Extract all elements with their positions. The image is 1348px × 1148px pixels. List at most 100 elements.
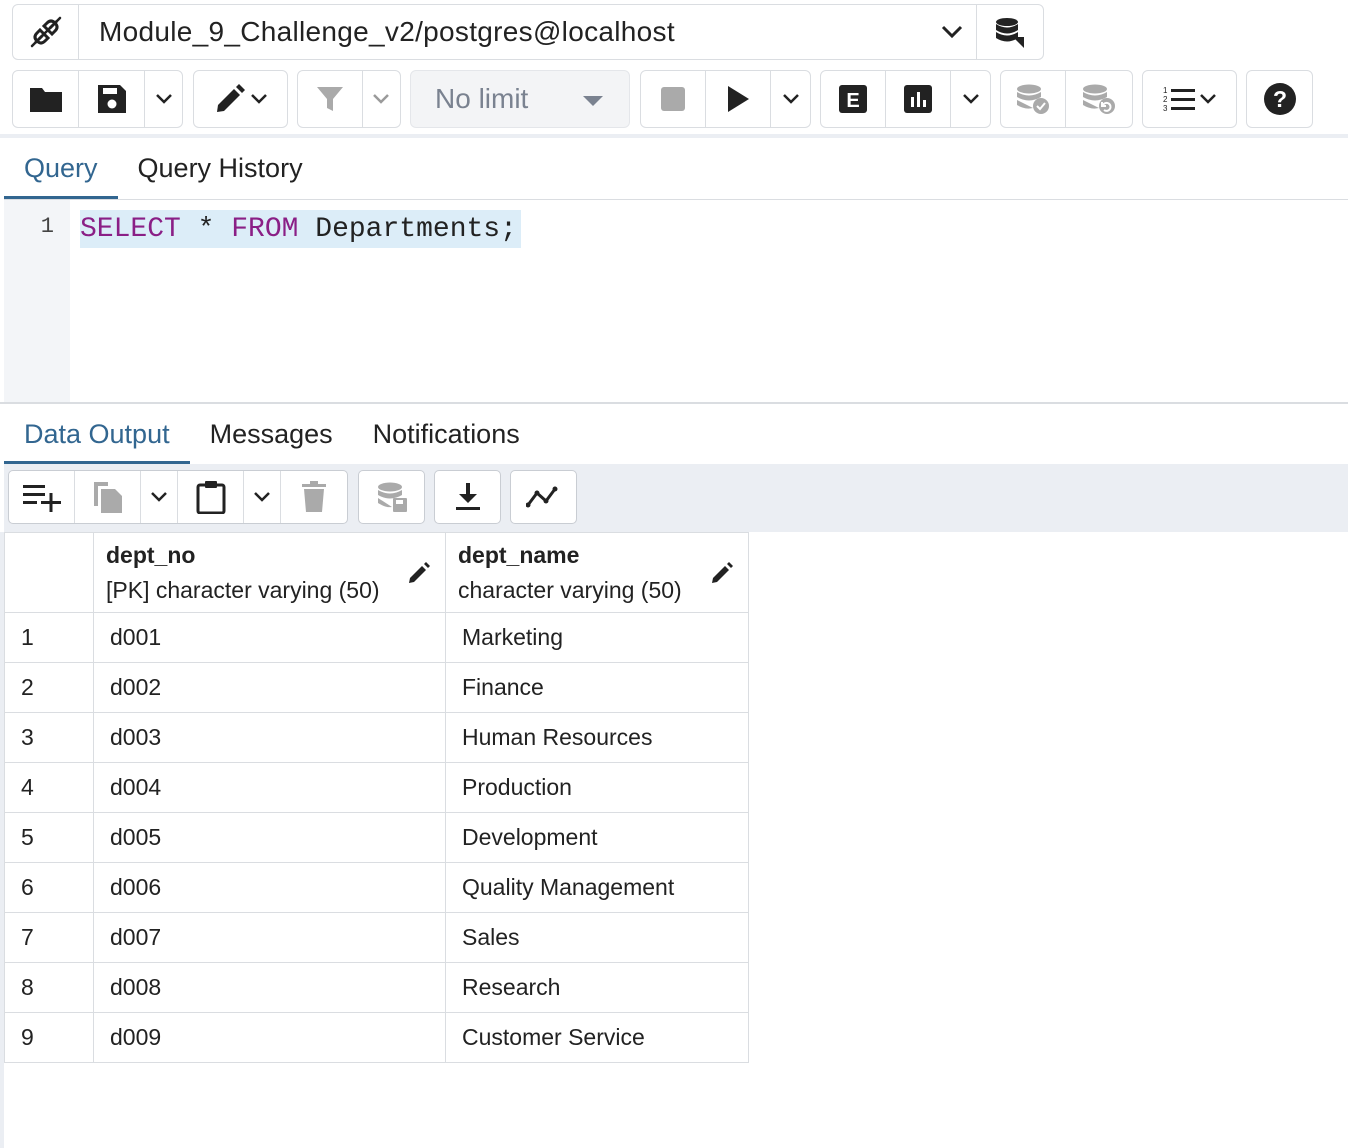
add-row-icon: [22, 485, 61, 512]
file-group: [12, 70, 183, 128]
filter-dropdown[interactable]: [363, 71, 400, 127]
row-number[interactable]: 4: [4, 762, 94, 813]
edit-pencil-icon[interactable]: [407, 561, 431, 585]
save-data-button[interactable]: [359, 471, 424, 523]
table-row[interactable]: 3 d003 Human Resources: [4, 712, 749, 763]
edit-pencil-icon[interactable]: [710, 561, 734, 585]
cell-dept-name[interactable]: Human Resources: [445, 712, 749, 763]
execute-query-button[interactable]: [706, 71, 772, 127]
cell-dept-no[interactable]: d003: [93, 712, 446, 763]
download-csv-button[interactable]: [435, 471, 500, 523]
svg-text:?: ?: [1272, 86, 1286, 112]
tab-notifications[interactable]: Notifications: [353, 404, 540, 464]
cell-dept-no[interactable]: d009: [93, 1012, 446, 1063]
edit-pencil-icon: [216, 84, 245, 112]
cell-dept-no[interactable]: d001: [93, 612, 446, 663]
connection-dropdown[interactable]: [927, 5, 977, 59]
explain-analyze-button[interactable]: [886, 71, 952, 127]
rollback-button[interactable]: [1066, 71, 1132, 127]
cell-dept-name[interactable]: Production: [445, 762, 749, 813]
sql-editor[interactable]: 1 SELECT * FROM Departments;: [4, 200, 1348, 402]
macros-dropdown-button[interactable]: 123: [1143, 71, 1236, 127]
cell-dept-name[interactable]: Development: [445, 812, 749, 863]
cell-dept-no[interactable]: d004: [93, 762, 446, 813]
chevron-down-icon: [782, 94, 799, 104]
row-number[interactable]: 1: [4, 612, 94, 663]
query-toolbar: No limit E 123 ?: [12, 70, 1313, 128]
output-tabs: Data Output Messages Notifications: [0, 402, 1348, 464]
column-type: [PK] character varying (50): [106, 576, 380, 603]
table-row[interactable]: 4 d004 Production: [4, 762, 749, 813]
explain-button[interactable]: E: [821, 71, 887, 127]
cell-dept-name[interactable]: Marketing: [445, 612, 749, 663]
row-number[interactable]: 7: [4, 912, 94, 963]
cell-dept-name[interactable]: Research: [445, 962, 749, 1013]
new-connection-button[interactable]: [977, 5, 1043, 59]
row-number[interactable]: 5: [4, 812, 94, 863]
macros-group: 123: [1142, 70, 1237, 128]
table-row[interactable]: 9 d009 Customer Service: [4, 1012, 749, 1063]
cell-dept-name[interactable]: Sales: [445, 912, 749, 963]
add-row-button[interactable]: [9, 471, 75, 523]
help-button[interactable]: ?: [1247, 71, 1312, 127]
cell-dept-name[interactable]: Quality Management: [445, 862, 749, 913]
row-number[interactable]: 9: [4, 1012, 94, 1063]
table-row[interactable]: 8 d008 Research: [4, 962, 749, 1013]
row-number[interactable]: 2: [4, 662, 94, 713]
code-line[interactable]: SELECT * FROM Departments;: [80, 210, 521, 248]
row-limit-value: No limit: [435, 83, 529, 114]
paste-button[interactable]: [178, 471, 244, 523]
chevron-down-icon: [941, 25, 962, 39]
commit-icon: [1017, 84, 1049, 114]
cell-dept-no[interactable]: d008: [93, 962, 446, 1013]
download-group: [434, 470, 501, 524]
row-number[interactable]: 6: [4, 862, 94, 913]
explain-options-dropdown[interactable]: [951, 71, 990, 127]
cell-dept-name[interactable]: Finance: [445, 662, 749, 713]
tab-query-history[interactable]: Query History: [118, 138, 323, 199]
column-header-dept-no[interactable]: dept_no [PK] character varying (50): [93, 532, 446, 613]
paste-clipboard-icon: [196, 481, 225, 514]
table-row[interactable]: 1 d001 Marketing: [4, 612, 749, 663]
column-header-dept-name[interactable]: dept_name character varying (50): [445, 532, 749, 613]
chevron-down-icon: [151, 492, 167, 502]
cell-dept-name[interactable]: Customer Service: [445, 1012, 749, 1063]
row-number-header[interactable]: [4, 532, 94, 613]
save-file-button[interactable]: [79, 71, 145, 127]
commit-button[interactable]: [1001, 71, 1067, 127]
row-number[interactable]: 3: [4, 712, 94, 763]
row-number[interactable]: 8: [4, 962, 94, 1013]
cell-dept-no[interactable]: d006: [93, 862, 446, 913]
cancel-query-button[interactable]: [641, 71, 707, 127]
copy-options-dropdown[interactable]: [141, 471, 178, 523]
table-row[interactable]: 7 d007 Sales: [4, 912, 749, 963]
transaction-group: [1000, 70, 1133, 128]
graph-visualiser-button[interactable]: [511, 471, 576, 523]
open-file-button[interactable]: [13, 71, 79, 127]
chevron-down-icon: [373, 94, 390, 104]
cell-dept-no[interactable]: d005: [93, 812, 446, 863]
tab-query[interactable]: Query: [4, 138, 118, 199]
trash-icon: [302, 481, 326, 512]
tab-messages[interactable]: Messages: [190, 404, 353, 464]
filter-button[interactable]: [298, 71, 363, 127]
execute-options-dropdown[interactable]: [771, 71, 810, 127]
table-row[interactable]: 6 d006 Quality Management: [4, 862, 749, 913]
table-row[interactable]: 2 d002 Finance: [4, 662, 749, 713]
connection-status-button[interactable]: [13, 5, 79, 59]
sql-keyword: FROM: [231, 213, 299, 245]
table-row[interactable]: 5 d005 Development: [4, 812, 749, 863]
edit-dropdown-button[interactable]: [194, 71, 287, 127]
copy-button[interactable]: [75, 471, 141, 523]
connection-plug-icon: [30, 16, 61, 48]
cell-dept-no[interactable]: d002: [93, 662, 446, 713]
row-limit-select[interactable]: No limit: [410, 70, 630, 128]
tab-data-output[interactable]: Data Output: [4, 404, 190, 464]
paste-options-dropdown[interactable]: [244, 471, 281, 523]
connection-name[interactable]: Module_9_Challenge_v2/postgres@localhost: [79, 5, 927, 59]
explain-group: E: [820, 70, 991, 128]
delete-row-button[interactable]: [281, 471, 347, 523]
result-table: dept_no [PK] character varying (50) dept…: [4, 532, 749, 1063]
cell-dept-no[interactable]: d007: [93, 912, 446, 963]
save-options-dropdown[interactable]: [145, 71, 182, 127]
